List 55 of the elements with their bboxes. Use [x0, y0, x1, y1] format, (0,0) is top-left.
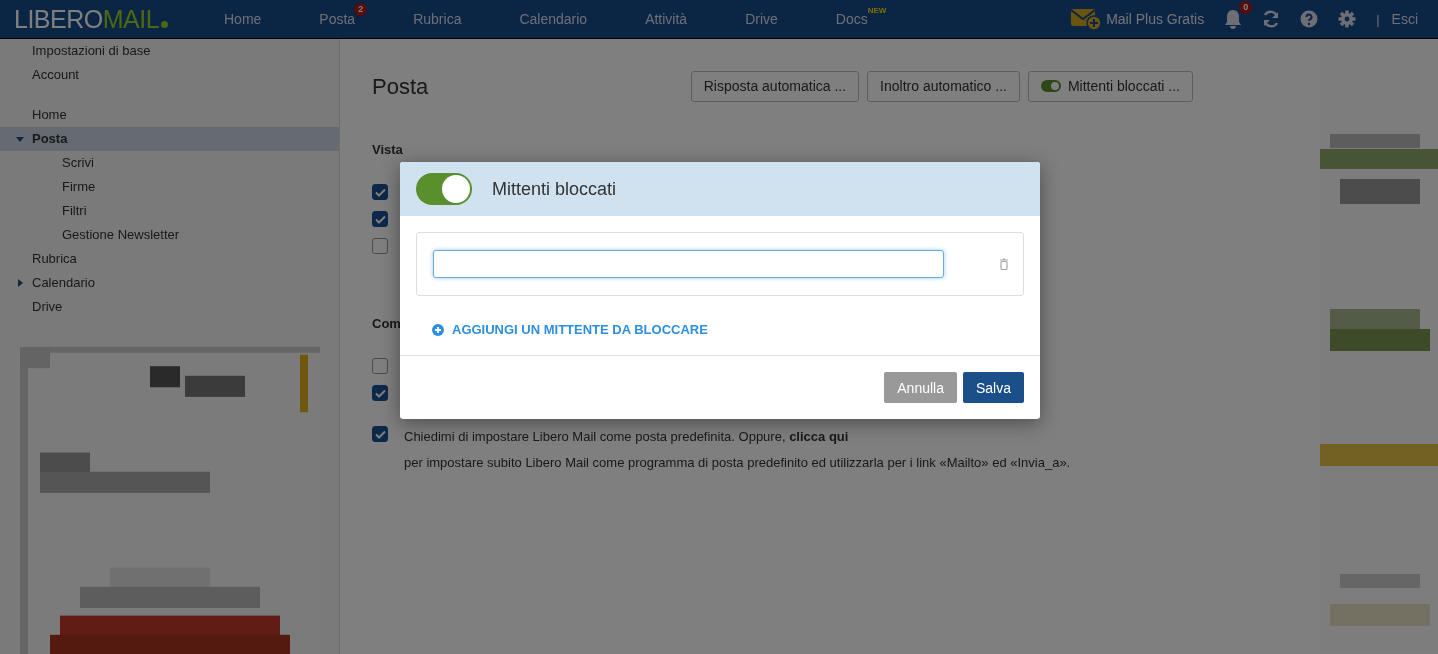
mail-plus-icon	[1070, 8, 1103, 30]
bell-icon[interactable]	[1224, 9, 1243, 29]
sidebar-item[interactable]: Firme	[0, 175, 339, 199]
page-title: Posta	[372, 74, 430, 100]
new-tag: NEW	[867, 6, 887, 15]
input-field[interactable]	[433, 250, 944, 278]
add-link[interactable]: AGGIUNGI UN MITTENTE DA BLOCCARE	[432, 322, 1024, 337]
sidebar-item[interactable]: Impostazioni di base	[0, 39, 339, 63]
sidebar-item[interactable]: Rubrica	[0, 247, 339, 271]
save-button[interactable]: Salva	[962, 372, 1024, 403]
nav-link[interactable]: Posta	[319, 11, 356, 27]
option-text: Chiedimi di impostare Libero Mail come posta predefinita. Oppure, clicca qui per impostare subito Libero Mail come programma di posta predefinito ed utilizzarla per i link «Mailto» ed «Invia_a».	[404, 428, 1071, 472]
toggle-switch[interactable]	[416, 173, 472, 205]
checkbox[interactable]	[372, 238, 388, 254]
count-badge: 0	[1239, 1, 1253, 14]
toolbar-button[interactable]: Mittenti bloccati ...	[1027, 70, 1193, 102]
caret-down-icon[interactable]	[16, 135, 24, 143]
trash-icon[interactable]	[999, 258, 1009, 270]
sidebar-item[interactable]: Drive	[0, 295, 339, 319]
section-heading: Com	[372, 315, 401, 333]
logout-link[interactable]: Esci	[1391, 11, 1418, 27]
count-badge: 2	[354, 3, 368, 16]
nav-link[interactable]: Attività	[645, 11, 688, 27]
nav-link[interactable]: Calendario	[519, 11, 588, 27]
sidebar-item[interactable]: Home	[0, 103, 339, 127]
checkbox[interactable]	[372, 358, 388, 374]
logo[interactable]: LIBEROMAIL	[0, 4, 204, 34]
sidebar-item[interactable]: Account	[0, 63, 339, 87]
sidebar-item[interactable]: Scrivi	[0, 151, 339, 175]
promo-link[interactable]: Mail Plus Gratis	[1070, 8, 1205, 30]
refresh-icon[interactable]	[1262, 10, 1281, 28]
nav-link[interactable]: Home	[224, 11, 262, 27]
caret-right-icon[interactable]	[16, 279, 24, 287]
link[interactable]: clicca qui	[789, 429, 849, 444]
settings-icon[interactable]	[1338, 10, 1357, 28]
separator: |	[1376, 11, 1380, 27]
toggle-switch[interactable]	[1040, 80, 1061, 92]
plus-circle-icon	[432, 323, 444, 336]
nav-link[interactable]: Drive	[745, 11, 778, 27]
checkbox[interactable]	[372, 184, 388, 200]
nav-link[interactable]: Rubrica	[413, 11, 462, 27]
toolbar-button[interactable]: Inoltro automatico ...	[867, 70, 1020, 102]
section-heading: Vista	[372, 141, 403, 159]
checkbox[interactable]	[372, 211, 388, 227]
cancel-button[interactable]: Annulla	[884, 372, 957, 403]
sidebar-item[interactable]: Posta	[0, 127, 339, 151]
dialog-title: Mittenti bloccati	[492, 178, 617, 200]
sidebar-item[interactable]: Gestione Newsletter	[0, 223, 339, 247]
sidebar-item[interactable]: Calendario	[0, 271, 339, 295]
toolbar-button[interactable]: Risposta automatica ...	[690, 70, 860, 102]
checkbox[interactable]	[372, 385, 388, 401]
sidebar-item[interactable]: Filtri	[0, 199, 339, 223]
help-icon[interactable]	[1300, 10, 1319, 28]
checkbox[interactable]	[372, 426, 388, 442]
nav-link[interactable]: Docs	[835, 11, 868, 27]
